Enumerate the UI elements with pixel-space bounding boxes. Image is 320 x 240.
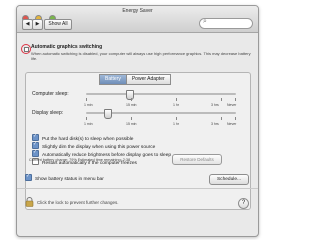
tab-battery[interactable]: Battery: [99, 74, 127, 85]
battery-panel: Computer sleep: 1 min 15 min 1 hr 3 hrs …: [25, 72, 251, 210]
tick: [86, 98, 87, 101]
display-sleep-label: Display sleep:: [32, 110, 64, 116]
tick-label-1min: 1 min: [84, 103, 93, 107]
show-battery-status-option[interactable]: Show battery status in menu bar: [25, 173, 104, 182]
tick-label-15min: 15 min: [126, 122, 137, 126]
tick-label-15min: 15 min: [126, 103, 137, 107]
computer-sleep-knob[interactable]: [126, 90, 134, 100]
tick: [221, 117, 222, 120]
search-input[interactable]: ⌕: [199, 18, 253, 29]
tick: [235, 98, 236, 101]
reduce-brightness-checkbox[interactable]: [32, 149, 39, 157]
tick-label-never: Never: [227, 122, 237, 126]
tick: [235, 117, 236, 120]
tab-bar: Battery Power Adapter: [99, 67, 171, 85]
tick-label-3hrs: 3 hrs: [211, 103, 219, 107]
tick-label-never: Never: [227, 103, 237, 107]
search-icon: ⌕: [203, 18, 207, 25]
energy-saver-window: Energy Saver ◀ ▶ Show All ⌕ Automatic gr…: [16, 5, 259, 237]
option-dim-display[interactable]: Slightly dim the display when using this…: [32, 141, 156, 150]
automatic-graphics-switching-description: When automatic switching is disabled, yo…: [31, 51, 251, 61]
display-sleep-slider[interactable]: [86, 109, 236, 119]
lock-message: Click the lock to prevent further change…: [37, 200, 119, 205]
tick-label-1hr: 1 hr: [173, 103, 180, 107]
divider: [17, 188, 258, 189]
tick: [221, 98, 222, 101]
tick: [176, 98, 177, 101]
forward-button[interactable]: ▶: [32, 19, 43, 30]
show-battery-status-label: Show battery status in menu bar: [35, 176, 104, 182]
tick-label-1min: 1 min: [84, 122, 93, 126]
option-hard-disk-sleep[interactable]: Put the hard disk(s) to sleep when possi…: [32, 133, 134, 142]
tick: [131, 117, 132, 120]
tick-label-1hr: 1 hr: [173, 122, 180, 126]
help-button[interactable]: ?: [238, 198, 249, 209]
tab-power-adapter[interactable]: Power Adapter: [125, 74, 171, 85]
option-reduce-brightness[interactable]: Automatically reduce brightness before d…: [32, 149, 171, 158]
display-sleep-knob[interactable]: [104, 109, 112, 119]
tick: [86, 117, 87, 120]
hard-disk-sleep-checkbox[interactable]: [32, 133, 39, 141]
schedule-button[interactable]: Schedule...: [209, 174, 249, 185]
tick: [176, 117, 177, 120]
restore-defaults-button[interactable]: Restore Defaults: [172, 154, 222, 165]
title-bar: Energy Saver ◀ ▶ Show All ⌕: [17, 6, 258, 33]
computer-sleep-slider[interactable]: [86, 90, 236, 100]
show-battery-status-checkbox[interactable]: [25, 173, 32, 181]
battery-status-text: Current battery charge: 79% Estimated ti…: [29, 158, 131, 162]
tick-label-3hrs: 3 hrs: [211, 122, 219, 126]
automatic-graphics-switching-label: Automatic graphics switching: [31, 44, 103, 50]
window-title: Energy Saver: [122, 8, 153, 14]
computer-sleep-label: Computer sleep:: [32, 91, 69, 97]
show-all-button[interactable]: Show All: [44, 19, 72, 30]
dim-display-label: Slightly dim the display when using this…: [42, 144, 156, 150]
lock-icon[interactable]: [25, 197, 34, 207]
dim-display-checkbox[interactable]: [32, 141, 39, 149]
hard-disk-sleep-label: Put the hard disk(s) to sleep when possi…: [42, 136, 134, 142]
automatic-graphics-switching-checkbox[interactable]: [21, 44, 31, 54]
tick: [131, 98, 132, 101]
